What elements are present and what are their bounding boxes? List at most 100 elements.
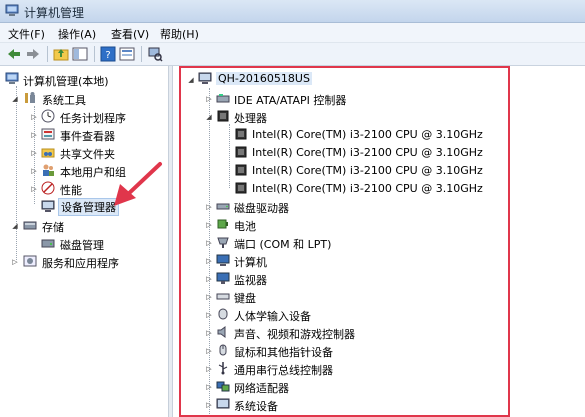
device-manager-icon (41, 200, 55, 212)
tree-item-disk-management[interactable]: 磁盘管理 (60, 237, 104, 253)
disk-management-icon (41, 239, 55, 248)
computer-icon (216, 254, 230, 266)
expand-arrow-icon[interactable]: ▷ (30, 149, 38, 157)
clock-icon (41, 109, 55, 123)
tree-item-services-applications[interactable]: 服务和应用程序 (42, 255, 119, 271)
processor-icon (217, 110, 229, 122)
expand-arrow-icon[interactable]: ▷ (205, 293, 213, 301)
system-devices-icon (216, 398, 230, 409)
device-category-ide[interactable]: IDE ATA/ATAPI 控制器 (234, 92, 346, 108)
device-category-system-devices[interactable]: 系统设备 (234, 398, 278, 414)
processor-icon (235, 182, 247, 194)
users-icon (43, 164, 54, 176)
tree-root-computer-management[interactable]: 计算机管理(本地) (23, 73, 109, 89)
collapse-arrow-icon[interactable]: ◢ (187, 76, 195, 84)
device-category-computer[interactable]: 计算机 (234, 254, 267, 270)
help-icon[interactable]: ? (100, 46, 116, 62)
menu-file[interactable]: 文件(F) (8, 26, 45, 42)
hid-icon (218, 308, 228, 320)
device-category-disk-drives[interactable]: 磁盘驱动器 (234, 200, 289, 216)
device-category-battery[interactable]: 电池 (234, 218, 256, 234)
keyboard-icon (216, 293, 230, 300)
disk-drive-icon (216, 203, 230, 210)
svg-text:?: ? (105, 50, 110, 61)
expand-arrow-icon[interactable]: ▷ (205, 401, 213, 409)
device-category-network[interactable]: 网络适配器 (234, 380, 289, 396)
toolbar: ? (0, 43, 585, 66)
tree-item-storage[interactable]: 存储 (42, 219, 64, 235)
ide-controller-icon (216, 94, 230, 103)
mouse-icon (219, 344, 227, 356)
tree-item-event-viewer[interactable]: 事件查看器 (60, 128, 115, 144)
tools-icon (25, 92, 35, 103)
device-item-cpu[interactable]: Intel(R) Core(TM) i3-2100 CPU @ 3.10GHz (252, 146, 483, 159)
expand-arrow-icon[interactable]: ▷ (30, 185, 38, 193)
device-category-processor[interactable]: 处理器 (234, 110, 267, 126)
expand-arrow-icon[interactable]: ▷ (205, 329, 213, 337)
toolbar-separator (47, 46, 48, 62)
tree-line (229, 124, 230, 188)
device-category-hid[interactable]: 人体学输入设备 (234, 308, 311, 324)
monitor-icon (216, 272, 230, 284)
menu-view[interactable]: 查看(V) (111, 26, 149, 42)
device-category-sound[interactable]: 声音、视频和游戏控制器 (234, 326, 355, 342)
tree-item-shared-folders[interactable]: 共享文件夹 (60, 146, 115, 162)
forward-arrow-icon[interactable] (25, 46, 41, 62)
annotation-arrow-icon (114, 162, 162, 206)
collapse-arrow-icon[interactable]: ◢ (205, 113, 213, 121)
device-category-keyboards[interactable]: 键盘 (234, 290, 256, 306)
tree-item-performance[interactable]: 性能 (60, 182, 82, 198)
expand-arrow-icon[interactable]: ▷ (205, 95, 213, 103)
device-item-cpu[interactable]: Intel(R) Core(TM) i3-2100 CPU @ 3.10GHz (252, 128, 483, 141)
toolbar-separator (94, 46, 95, 62)
expand-arrow-icon[interactable]: ▷ (30, 167, 38, 175)
expand-arrow-icon[interactable]: ▷ (205, 239, 213, 247)
device-category-usb[interactable]: 通用串行总线控制器 (234, 362, 333, 378)
expand-arrow-icon[interactable]: ▷ (205, 383, 213, 391)
window-title: 计算机管理 (24, 6, 85, 20)
toolbar-separator (141, 46, 142, 62)
processor-icon (235, 146, 247, 158)
expand-arrow-icon[interactable]: ▷ (205, 311, 213, 319)
expand-arrow-icon[interactable]: ▷ (205, 365, 213, 373)
device-item-cpu[interactable]: Intel(R) Core(TM) i3-2100 CPU @ 3.10GHz (252, 182, 483, 195)
computer-management-icon (5, 4, 19, 16)
expand-arrow-icon[interactable]: ▷ (11, 258, 19, 266)
device-item-cpu[interactable]: Intel(R) Core(TM) i3-2100 CPU @ 3.10GHz (252, 164, 483, 177)
device-category-mice[interactable]: 鼠标和其他指针设备 (234, 344, 333, 360)
menu-bar: 文件(F) 操作(A) 查看(V) 帮助(H) (0, 23, 585, 43)
computer-icon (198, 72, 212, 84)
pane-splitter[interactable] (168, 66, 173, 417)
battery-icon (217, 219, 228, 229)
storage-icon (23, 221, 37, 230)
back-arrow-icon[interactable] (6, 46, 22, 62)
device-tree-computer-name[interactable]: QH-20160518US (216, 72, 312, 85)
services-icon (23, 255, 37, 267)
folder-up-icon[interactable] (53, 46, 69, 62)
expand-arrow-icon[interactable]: ▷ (30, 131, 38, 139)
scan-hardware-icon[interactable] (147, 46, 163, 62)
expand-arrow-icon[interactable]: ▷ (205, 221, 213, 229)
expand-arrow-icon[interactable]: ▷ (205, 347, 213, 355)
shared-folder-icon (41, 148, 55, 158)
show-hide-tree-icon[interactable] (72, 46, 88, 62)
properties-icon[interactable] (119, 46, 135, 62)
collapse-arrow-icon[interactable]: ◢ (11, 222, 19, 230)
expand-arrow-icon[interactable]: ▷ (205, 275, 213, 283)
device-category-monitors[interactable]: 监视器 (234, 272, 267, 288)
menu-action[interactable]: 操作(A) (58, 26, 96, 42)
title-bar: 计算机管理 (0, 0, 585, 23)
performance-icon (41, 181, 55, 195)
processor-icon (235, 128, 247, 140)
port-icon (217, 237, 229, 248)
tree-item-system-tools[interactable]: 系统工具 (42, 92, 86, 108)
speaker-icon (217, 326, 226, 338)
tree-item-task-scheduler[interactable]: 任务计划程序 (60, 110, 126, 126)
expand-arrow-icon[interactable]: ▷ (30, 113, 38, 121)
expand-arrow-icon[interactable]: ▷ (205, 203, 213, 211)
usb-icon (218, 362, 228, 375)
expand-arrow-icon[interactable]: ▷ (205, 257, 213, 265)
menu-help[interactable]: 帮助(H) (160, 26, 199, 42)
device-category-ports[interactable]: 端口 (COM 和 LPT) (234, 236, 331, 252)
collapse-arrow-icon[interactable]: ◢ (11, 95, 19, 103)
